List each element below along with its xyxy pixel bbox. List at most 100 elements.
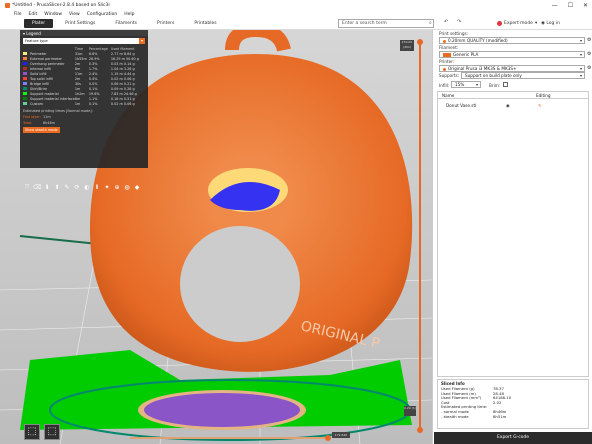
custom-gcode-icon[interactable]: ✦ <box>103 184 111 192</box>
printer-icon <box>443 67 446 71</box>
feature-color-swatch <box>23 71 27 76</box>
feature-label: Internal infill <box>30 66 52 71</box>
color-change-icon[interactable]: ◐ <box>83 184 91 192</box>
first-layer-value: 11m <box>43 115 51 119</box>
brim-checkbox[interactable] <box>503 82 508 87</box>
col-percentage: Percentage <box>88 46 108 51</box>
feature-label: Perimeter <box>30 51 47 56</box>
legend-row[interactable]: External perimeter 1h55m 26.9% 16.29 m 50.6… <box>23 56 145 61</box>
pause-icon[interactable]: Ⅱ <box>93 184 101 192</box>
visibility-eye-icon[interactable]: ◉ <box>506 103 510 108</box>
feature-color-swatch <box>23 96 27 101</box>
deretraction-icon[interactable]: ⬆ <box>53 184 61 192</box>
sliced-info-row: - stealth mode 8h51m <box>441 413 588 420</box>
supports-combo[interactable]: Support on build plate only ▾ <box>461 72 585 79</box>
prusaslicer-window: *Untitled - PrusaSlicer-2.8.4 based on S… <box>0 0 592 444</box>
edit-settings-icon[interactable]: ✎ <box>538 103 542 108</box>
filament-combo[interactable]: Generic PLA ▾ <box>439 51 585 58</box>
tab-filaments[interactable]: Filaments <box>107 19 145 28</box>
total-row: Total: 8h46m <box>23 121 145 125</box>
tab-plater[interactable]: Plater <box>24 19 54 28</box>
print-settings-combo[interactable]: 0.20mm QUALITY (modified) ▾ <box>439 37 585 44</box>
export-gcode-button[interactable]: Export G-code <box>434 432 592 444</box>
feature-color-swatch <box>23 86 27 91</box>
legend-header[interactable]: ▾ Legend <box>20 30 148 36</box>
name-column-header[interactable]: Name <box>442 93 454 98</box>
view-type-value: Feature type <box>25 39 48 43</box>
sliced-info-value: 2.02 <box>493 399 502 405</box>
login-label: Log in <box>546 21 560 26</box>
maximize-button[interactable]: ☐ <box>568 2 573 9</box>
iso-view-cube-icon[interactable]: ⬚ <box>24 424 40 440</box>
infill-label: Infill: <box>439 83 450 88</box>
menu-configuration[interactable]: Configuration <box>87 12 118 17</box>
feature-label: Support material <box>30 91 59 96</box>
right-sidebar: Print settings: 0.20mm QUALITY (modified… <box>432 30 592 444</box>
editing-column-header[interactable]: Editing <box>536 93 551 98</box>
filament-color-swatch[interactable] <box>443 53 451 57</box>
infill-combo[interactable]: 15% ▾ <box>451 81 481 88</box>
menu-view[interactable]: View <box>69 12 80 17</box>
vertical-slider-top-thumb[interactable] <box>417 39 423 45</box>
gear-icon[interactable]: ⚙ <box>587 51 591 57</box>
chevron-down-icon: ▾ <box>579 66 582 71</box>
layer-view-cube-icon[interactable]: ⬚ <box>44 424 60 440</box>
feature-time: 1m <box>74 101 81 106</box>
printer-value: Original Prusa i3 MK3S & MK3S+ <box>448 66 517 71</box>
object-row[interactable]: Donut Vase.stl ◉ ✎ <box>438 102 588 109</box>
tool-change-icon[interactable]: ⟳ <box>73 184 81 192</box>
retraction-icon[interactable]: ⬇ <box>43 184 51 192</box>
legend-row[interactable]: Support material 1h2m 19.6% 7.83 m 24.46 g <box>23 91 145 96</box>
first-layer-row: First layer: 11m <box>23 115 145 119</box>
horizontal-slider-thumb[interactable] <box>325 435 331 441</box>
login-button[interactable]: ◉ Log in <box>541 19 560 28</box>
print-settings-label: Print settings: <box>439 31 469 36</box>
seam-icon[interactable]: ✎ <box>63 184 71 192</box>
feature-color-swatch <box>23 81 27 86</box>
center-of-gravity-icon[interactable]: ⊕ <box>113 184 121 192</box>
feature-label: Top solid infill <box>30 76 53 81</box>
mode-selector[interactable]: Expert mode ▾ <box>497 19 537 28</box>
chevron-down-icon: ▾ <box>579 73 582 78</box>
tool-marker-icon[interactable]: ◆ <box>133 184 141 192</box>
view-type-select[interactable]: Feature type ▾ <box>23 38 145 44</box>
feature-label: Custom <box>30 101 43 106</box>
menu-help[interactable]: Help <box>124 12 134 17</box>
undo-icon[interactable]: ↶ <box>444 19 448 25</box>
travel-icon[interactable]: ⤧ <box>23 184 31 192</box>
shells-icon[interactable]: ◍ <box>123 184 131 192</box>
menu-file[interactable]: File <box>14 12 22 17</box>
printer-label: Printer: <box>439 59 455 64</box>
gear-icon[interactable]: ⚙ <box>587 65 591 71</box>
tab-printers[interactable]: Printers <box>149 19 182 28</box>
tab-printables[interactable]: Printables <box>186 19 224 28</box>
vertical-slider-bottom-thumb[interactable] <box>417 427 423 433</box>
redo-icon[interactable]: ↷ <box>457 19 461 25</box>
brim-label: Brim: <box>489 83 501 88</box>
feature-color-swatch <box>23 101 27 106</box>
feature-label: Overhang perimeter <box>30 61 65 66</box>
legend-option-icons: ⤧ ⌫ ⬇ ⬆ ✎ ⟳ ◐ Ⅱ ✦ ⊕ ◍ ◆ <box>23 184 141 192</box>
feature-used-filament: 0.02 m 0.06 g <box>110 101 135 106</box>
search-icon[interactable]: ⌕ <box>429 20 432 26</box>
close-button[interactable]: ✕ <box>583 2 588 9</box>
menu-window[interactable]: Window <box>44 12 62 17</box>
app-icon <box>5 3 10 8</box>
gear-icon[interactable]: ⚙ <box>587 37 591 43</box>
wipe-icon[interactable]: ⌫ <box>33 184 41 192</box>
feature-table: Time Percentage Used filament Perimeter 3… <box>23 46 145 106</box>
feature-name: Custom <box>23 101 75 106</box>
show-stealth-mode-button[interactable]: Show stealth mode <box>23 127 60 133</box>
title-bar: *Untitled - PrusaSlicer-2.8.4 based on S… <box>0 0 592 11</box>
tab-print-settings[interactable]: Print Settings <box>57 19 103 28</box>
horizontal-slider-label: 172.640 <box>332 432 350 438</box>
search-input[interactable]: Enter a search term <box>338 19 434 28</box>
menu-edit[interactable]: Edit <box>29 12 38 17</box>
feature-color-swatch <box>23 61 27 66</box>
supports-label: Supports: <box>439 73 460 78</box>
filament-value: Generic PLA <box>453 52 479 57</box>
sliced-info-value: 8h51m <box>493 413 507 419</box>
legend-row[interactable]: Custom 1m 0.1% 0.02 m 0.06 g <box>23 101 145 106</box>
minimize-button[interactable]: — <box>552 2 558 9</box>
printer-combo[interactable]: Original Prusa i3 MK3S & MK3S+ ▾ <box>439 65 585 72</box>
